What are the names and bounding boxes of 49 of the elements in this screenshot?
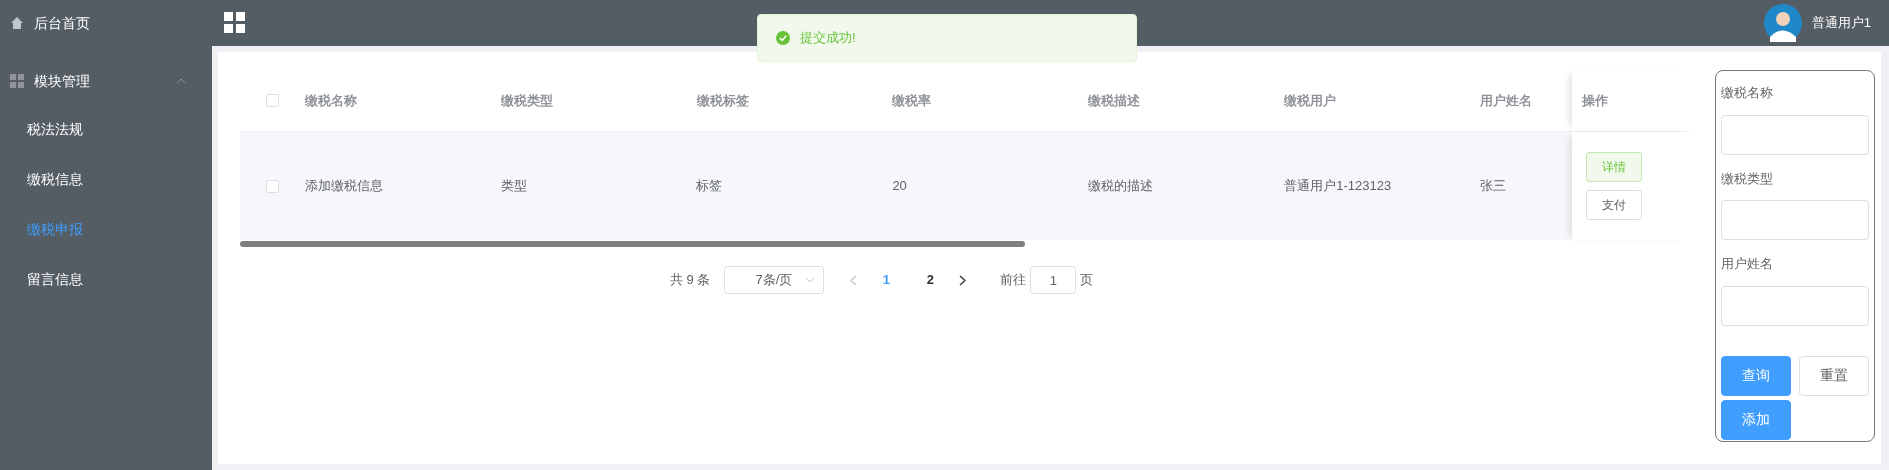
grid-icon[interactable] xyxy=(224,12,246,34)
column-header: 缴税类型 xyxy=(500,91,553,110)
table-cell-text: 标签 xyxy=(696,177,723,196)
menu-item[interactable]: 税法法规 xyxy=(27,118,83,140)
scrollbar[interactable] xyxy=(240,241,1025,247)
field-label: 缴税类型 xyxy=(1721,169,1774,188)
table-cell-text: 缴税的描述 xyxy=(1088,177,1154,196)
table-cell-text: 类型 xyxy=(500,177,527,196)
column-header: 缴税描述 xyxy=(1088,91,1141,110)
column-header: 缴税名称 xyxy=(304,91,357,110)
page-input[interactable]: 1 xyxy=(1030,266,1077,294)
chevron-icon[interactable] xyxy=(176,78,186,84)
column-header: 操作 xyxy=(1582,91,1609,110)
page-suffix: 页 xyxy=(1080,271,1094,290)
check-circle-icon xyxy=(776,31,790,45)
menu-item[interactable]: 后台首页 xyxy=(34,12,90,34)
chevron-down-icon xyxy=(805,277,816,283)
menu-item[interactable]: 模块管理 xyxy=(34,70,90,92)
column-header: 缴税标签 xyxy=(696,91,749,110)
input-field[interactable] xyxy=(1721,285,1869,326)
panel-button[interactable]: 重置 xyxy=(1799,355,1869,396)
action-button[interactable]: 支付 xyxy=(1586,190,1643,220)
previous-page-icon[interactable] xyxy=(850,274,858,286)
select-all-checkbox[interactable] xyxy=(265,94,279,107)
toast-message: 提交成功! xyxy=(800,29,856,48)
input-field[interactable] xyxy=(1721,200,1869,240)
field-label: 用户姓名 xyxy=(1721,255,1774,273)
next-page-icon[interactable] xyxy=(959,274,967,286)
field-label: 缴税名称 xyxy=(1721,84,1774,102)
table-row[interactable]: 添加缴税信息 类型 标签 20 缴税的描述 普通用户1-123123 张三 详情 支付 xyxy=(240,132,1690,240)
page-number[interactable]: 2 xyxy=(915,270,946,290)
row-checkbox[interactable] xyxy=(265,179,279,193)
page-size-select[interactable]: 7条/页 xyxy=(724,266,825,294)
menu-item[interactable]: 缴税信息 xyxy=(27,168,83,190)
grid-icon xyxy=(10,74,24,88)
table-cell-text: 添加缴税信息 xyxy=(304,177,383,196)
column-header: 用户姓名 xyxy=(1480,91,1533,110)
menu-item[interactable]: 留言信息 xyxy=(27,268,83,290)
avatar-icon[interactable] xyxy=(1763,4,1802,42)
user-name[interactable]: 普通用户1 xyxy=(1811,13,1871,33)
total-count: 共 9 条 xyxy=(670,271,711,290)
input-field[interactable] xyxy=(1721,114,1869,155)
home-icon xyxy=(10,16,24,30)
table-cell-text: 普通用户1-123123 xyxy=(1284,177,1392,196)
table-cell-text: 20 xyxy=(892,177,907,196)
column-header: 缴税率 xyxy=(892,91,932,110)
column-header: 缴税用户 xyxy=(1284,91,1337,110)
table-cell-text: 张三 xyxy=(1480,177,1507,196)
goto-label: 前往 xyxy=(1000,271,1027,290)
